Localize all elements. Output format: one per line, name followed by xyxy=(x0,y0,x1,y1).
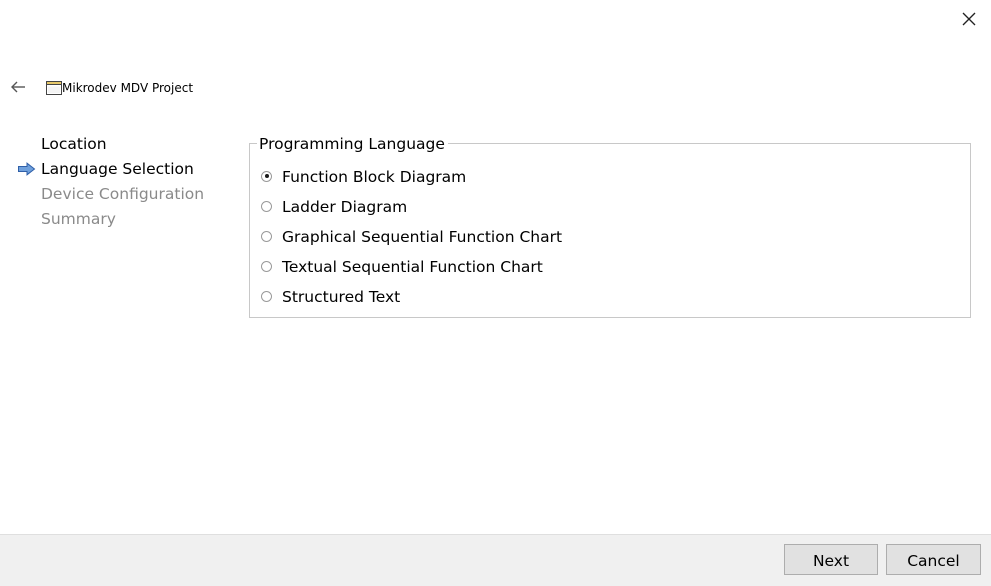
radio-button[interactable] xyxy=(261,230,272,242)
step-language-selection: Language Selection xyxy=(41,160,194,178)
close-icon xyxy=(962,12,976,26)
radio-button[interactable] xyxy=(261,170,272,182)
radio-structured-text[interactable]: Structured Text xyxy=(261,287,400,307)
radio-button[interactable] xyxy=(261,290,272,302)
back-button[interactable] xyxy=(9,78,29,96)
programming-language-group: Programming Language Function Block Diag… xyxy=(249,135,971,318)
radio-graphical-sfc[interactable]: Graphical Sequential Function Chart xyxy=(261,227,562,247)
next-button[interactable]: Next xyxy=(784,544,878,575)
radio-label: Textual Sequential Function Chart xyxy=(282,258,543,276)
cancel-button[interactable]: Cancel xyxy=(886,544,981,575)
radio-label: Structured Text xyxy=(282,288,401,306)
window-icon xyxy=(46,81,62,95)
back-arrow-icon xyxy=(11,81,25,93)
group-legend: Programming Language xyxy=(257,135,448,153)
step-location: Location xyxy=(41,135,107,153)
radio-label: Ladder Diagram xyxy=(282,198,408,216)
radio-label: Graphical Sequential Function Chart xyxy=(282,228,563,246)
radio-label: Function Block Diagram xyxy=(282,168,467,186)
radio-textual-sfc[interactable]: Textual Sequential Function Chart xyxy=(261,257,543,277)
close-button[interactable] xyxy=(958,8,980,30)
radio-button[interactable] xyxy=(261,260,272,272)
step-summary: Summary xyxy=(41,210,116,228)
radio-button[interactable] xyxy=(261,200,272,212)
radio-ladder-diagram[interactable]: Ladder Diagram xyxy=(261,197,407,217)
step-device-configuration: Device Configuration xyxy=(41,185,205,203)
radio-function-block-diagram[interactable]: Function Block Diagram xyxy=(261,167,466,187)
right-arrow-icon xyxy=(18,162,36,176)
dialog-title: Mikrodev MDV Project xyxy=(46,79,193,97)
app-title: Mikrodev MDV Project xyxy=(62,81,194,95)
